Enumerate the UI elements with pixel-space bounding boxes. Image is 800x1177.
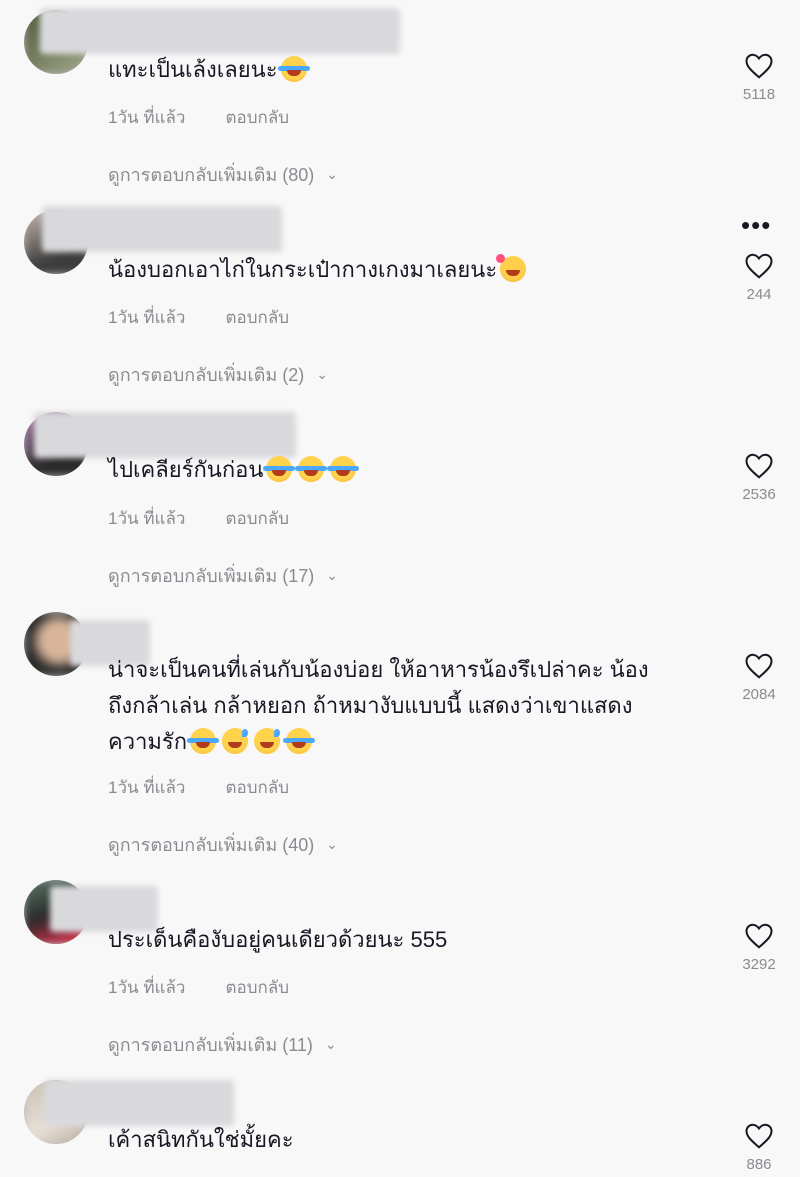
heart-icon	[745, 53, 773, 79]
emoji-smiling-hearts-icon	[496, 254, 527, 282]
comment-text-line: ถึงกล้าเล่น กล้าหยอก ถ้าหมางับแบบนี้ แสด…	[108, 693, 633, 718]
view-more-replies[interactable]: ดูการตอบกลับเพิ่มเติม (80) ⌄	[108, 160, 338, 189]
comment-text-line: น่าจะเป็นคนที่เล่นกับน้องบ่อย ให้อาหารน้…	[108, 657, 649, 682]
like-button[interactable]: 244	[736, 252, 782, 303]
comment-time: 1วัน ที่แล้ว	[108, 509, 186, 528]
heart-icon	[745, 453, 773, 479]
emoji-laugh-tears-icon	[187, 728, 220, 754]
comment-text: ประเด็นคืองับอยู่คนเดียวด้วยนะ 555	[108, 927, 448, 952]
like-count: 886	[746, 1156, 772, 1173]
chevron-down-icon: ⌄	[326, 836, 338, 852]
emoji-laugh-tears-icon	[263, 456, 296, 482]
emoji-laugh-tears-icon	[277, 56, 310, 82]
comment-time: 1วัน ที่แล้ว	[108, 978, 186, 997]
like-count: 2536	[742, 486, 776, 503]
like-count: 3292	[742, 956, 776, 973]
like-button[interactable]: 886	[736, 1122, 782, 1173]
reply-button[interactable]: ตอบกลับ	[225, 974, 289, 1001]
view-more-replies[interactable]: ดูการตอบกลับเพิ่มเติม (40) ⌄	[108, 830, 338, 859]
chevron-down-icon: ⌄	[324, 1036, 337, 1052]
emoji-sweat-smile-icon	[254, 728, 281, 754]
like-count: 2084	[742, 686, 776, 703]
heart-icon	[745, 253, 773, 279]
emoji-laugh-tears-icon	[295, 456, 328, 482]
comment-text: น่าจะเป็นคนที่เล่นกับน้องบ่อย ให้อาหารน้…	[108, 652, 718, 760]
emoji-sweat-smile-icon	[222, 728, 249, 754]
heart-icon	[745, 653, 773, 679]
comment-time: 1วัน ที่แล้ว	[108, 308, 186, 327]
chevron-down-icon: ⌄	[316, 366, 328, 382]
reply-button[interactable]: ตอบกลับ	[225, 505, 289, 532]
reply-button[interactable]: ตอบกลับ	[225, 104, 289, 131]
heart-icon	[745, 923, 773, 949]
like-button[interactable]: 3292	[736, 922, 782, 973]
emoji-laugh-tears-icon	[283, 728, 316, 754]
heart-icon	[745, 1123, 773, 1149]
comment-text: น้องบอกเอาไก่ในกระเป๋ากางเกงมาเลยนะ	[108, 252, 718, 288]
more-options-icon[interactable]: •••	[741, 212, 771, 238]
comment-text: เค้าสนิทกันใช่มั้ยคะ	[108, 1127, 294, 1152]
reply-button[interactable]: ตอบกลับ	[225, 774, 289, 801]
comment-time: 1วัน ที่แล้ว	[108, 108, 186, 127]
like-button[interactable]: 5118	[736, 52, 782, 103]
like-count: 5118	[742, 86, 776, 103]
comment-time: 1วัน ที่แล้ว	[108, 778, 186, 797]
comment-text-line: ความรัก	[108, 729, 188, 754]
view-more-replies[interactable]: ดูการตอบกลับเพิ่มเติม (11) ⌄	[108, 1030, 337, 1059]
chevron-down-icon: ⌄	[326, 166, 338, 182]
comment-text: แทะเป็นเล้งเลยนะ	[108, 52, 718, 88]
emoji-laugh-tears-icon	[327, 456, 360, 482]
username-blurred[interactable]	[40, 8, 400, 54]
reply-button[interactable]: ตอบกลับ	[225, 304, 289, 331]
username-blurred[interactable]	[44, 1080, 234, 1126]
view-more-replies[interactable]: ดูการตอบกลับเพิ่มเติม (17) ⌄	[108, 561, 338, 590]
username-blurred[interactable]	[42, 206, 282, 252]
like-button[interactable]: 2084	[736, 652, 782, 703]
view-more-replies[interactable]: ดูการตอบกลับเพิ่มเติม (2) ⌄	[108, 360, 328, 389]
comment-text: ไปเคลียร์กันก่อน	[108, 452, 718, 488]
like-button[interactable]: 2536	[736, 452, 782, 503]
like-count: 244	[746, 286, 772, 303]
chevron-down-icon: ⌄	[326, 567, 338, 583]
